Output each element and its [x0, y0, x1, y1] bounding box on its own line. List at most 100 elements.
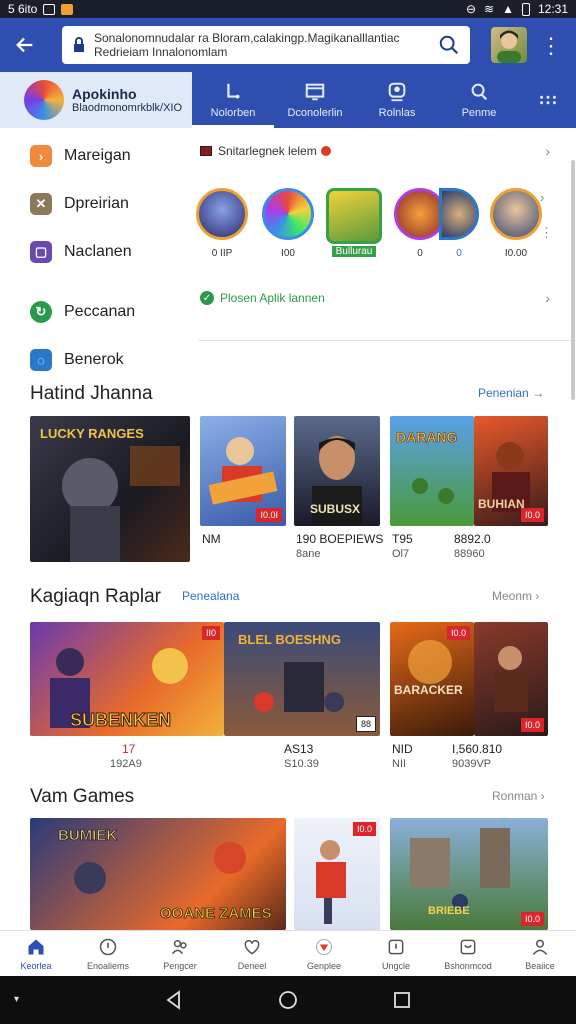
- game-card[interactable]: SUBENKEN II0: [30, 622, 224, 736]
- game-card[interactable]: BRIEBE I0.0: [390, 818, 548, 930]
- svg-text:SUBENKEN: SUBENKEN: [70, 710, 171, 730]
- app-bar: Sonalonomnudalar ra Bloram,calakingp.Mag…: [0, 18, 576, 72]
- card-title: AS13: [284, 742, 314, 756]
- status-bar: 5 6ito ⊖ ≋ ▲ 12:31: [0, 0, 576, 18]
- menu-item-peccanan[interactable]: ↻ Peccanan: [0, 288, 192, 336]
- nav-label: Deneel: [237, 960, 267, 971]
- card-subtitle: 88960: [454, 548, 485, 560]
- featured-app[interactable]: Bullurau: [326, 188, 382, 268]
- game-card[interactable]: BUHIAN I0.0: [474, 416, 548, 526]
- more-options-icon[interactable]: ⋮: [540, 32, 562, 60]
- tab-label: Nolorben: [210, 107, 256, 119]
- section-link-more[interactable]: Meonm ›: [492, 589, 539, 603]
- tab-more[interactable]: [520, 72, 576, 128]
- bottom-nav: Keorlea Enoaliems Pengcer Deneel Genplee…: [0, 930, 576, 976]
- nav-label: Beaiice: [525, 960, 555, 971]
- card-title: 190 BOEPIEWS: [296, 532, 384, 546]
- nav-home[interactable]: Keorlea: [0, 931, 72, 976]
- clock-icon: [99, 938, 117, 955]
- menu-item-benerok[interactable]: ◌ Benerok: [0, 336, 192, 384]
- section-link-label: Meonm: [492, 589, 533, 603]
- avatar[interactable]: [491, 27, 527, 63]
- section-link[interactable]: Penenian →: [478, 386, 544, 400]
- verified-row[interactable]: ✓ Plosen Aplik lannen ›: [200, 289, 550, 307]
- game-card[interactable]: I0.0I: [200, 416, 286, 526]
- menu-item-mareigan[interactable]: › Mareigan: [0, 132, 192, 180]
- row-scroll-controls: › ⋮: [540, 190, 554, 270]
- featured-app[interactable]: I0.00: [488, 188, 544, 268]
- nav-bshonmcod[interactable]: Bshonmcod: [432, 931, 504, 976]
- card-title: T95: [392, 532, 413, 546]
- featured-app[interactable]: I00: [260, 188, 316, 268]
- game-card[interactable]: I0.0: [474, 622, 548, 736]
- top-tabs: Nolorben Dconolerlin Rolnlas Penme: [192, 72, 576, 128]
- nav-pengcer[interactable]: Pengcer: [144, 931, 216, 976]
- menu-item-label: Benerok: [64, 351, 124, 368]
- search-bar[interactable]: Sonalonomnudalar ra Bloram,calakingp.Mag…: [62, 26, 470, 64]
- app-icon: [262, 188, 314, 240]
- menu-item-naclanen[interactable]: ▢ Naclanen: [0, 228, 192, 276]
- card-subtitle: Ol7: [392, 548, 410, 560]
- chevron-right-icon: ›: [545, 143, 550, 159]
- monitor-icon: [305, 83, 325, 101]
- price-badge: I0.0: [352, 822, 376, 836]
- menu-item-dpreirian[interactable]: ✕ Dpreirian: [0, 180, 192, 228]
- menu-item-label: Dpreirian: [64, 195, 129, 212]
- nav-enoaliems[interactable]: Enoaliems: [72, 931, 144, 976]
- nav-genplee[interactable]: Genplee: [288, 931, 360, 976]
- game-card[interactable]: DARANG: [390, 416, 474, 526]
- svg-text:BARACKER: BARACKER: [394, 683, 463, 697]
- notification-icon: [43, 3, 56, 15]
- featured-app[interactable]: 0 IIP: [194, 188, 250, 268]
- nav-label: Ungcle: [381, 960, 410, 971]
- signal-icon: ▲: [502, 2, 514, 16]
- game-card[interactable]: BARACKER I0.0: [390, 622, 474, 736]
- price-badge: I0.0I: [256, 508, 282, 522]
- search-input[interactable]: Sonalonomnudalar ra Bloram,calakingp.Mag…: [94, 31, 432, 59]
- nav-ungcle[interactable]: Ungcle: [360, 931, 432, 976]
- exclamation-icon: [388, 939, 404, 954]
- back-triangle-icon[interactable]: [164, 990, 184, 1010]
- game-card[interactable]: I0.0: [294, 818, 380, 930]
- game-card[interactable]: BUMIEK OOANE ZAMES: [30, 818, 286, 930]
- section-link[interactable]: Penealana: [182, 589, 239, 603]
- game-card[interactable]: SUBUSX: [294, 416, 380, 526]
- tab-nolorben[interactable]: Nolorben: [192, 72, 274, 128]
- back-button[interactable]: [0, 18, 50, 72]
- scrollbar[interactable]: [571, 160, 575, 400]
- trending-header[interactable]: Snitarlegnek lelem ›: [200, 142, 550, 160]
- system-nav-bar: ▾: [0, 976, 576, 1024]
- square-icon: ▢: [30, 241, 52, 263]
- battery-icon: [521, 2, 530, 16]
- verified-label: Plosen Aplik lannen: [220, 291, 325, 305]
- recents-square-icon[interactable]: [392, 990, 412, 1010]
- card-title: 8892.0: [454, 532, 491, 546]
- card-title: NM: [202, 532, 221, 546]
- vertical-dots-icon[interactable]: ⋮: [540, 225, 554, 241]
- person-icon: [388, 82, 406, 102]
- nav-beaiice[interactable]: Beaiice: [504, 931, 576, 976]
- game-card[interactable]: LUCKY RANGES: [30, 416, 190, 562]
- brand-card[interactable]: Apokinho Blaodmonomrkblk/XIO: [0, 72, 192, 128]
- tab-penme[interactable]: Penme: [438, 72, 520, 128]
- tab-dconolerlin[interactable]: Dconolerlin: [274, 72, 356, 128]
- card-subtitle: 192A9: [110, 758, 142, 770]
- featured-app[interactable]: 0: [439, 188, 479, 268]
- search-icon[interactable]: [438, 34, 460, 56]
- game-card[interactable]: BLEL BOESHNG 88: [224, 622, 380, 736]
- chat-icon: ◌: [30, 349, 52, 371]
- grid-dots-icon: [540, 95, 556, 105]
- section-link[interactable]: Ronman ›: [492, 789, 545, 803]
- tag-icon: ›: [30, 145, 52, 167]
- nav-label: Bshonmcod: [444, 960, 492, 971]
- nav-deneel[interactable]: Deneel: [216, 931, 288, 976]
- heart-icon: [244, 939, 260, 955]
- chevron-right-icon: ›: [545, 290, 550, 306]
- app-notification-icon: [61, 3, 74, 15]
- collapse-icon[interactable]: ▾: [14, 994, 19, 1005]
- chevron-right-icon[interactable]: ›: [540, 190, 554, 205]
- tab-rolnlas[interactable]: Rolnlas: [356, 72, 438, 128]
- card-subtitle: 9039VP: [452, 758, 492, 770]
- home-circle-icon[interactable]: [278, 990, 298, 1010]
- tab-label: Penme: [461, 107, 497, 119]
